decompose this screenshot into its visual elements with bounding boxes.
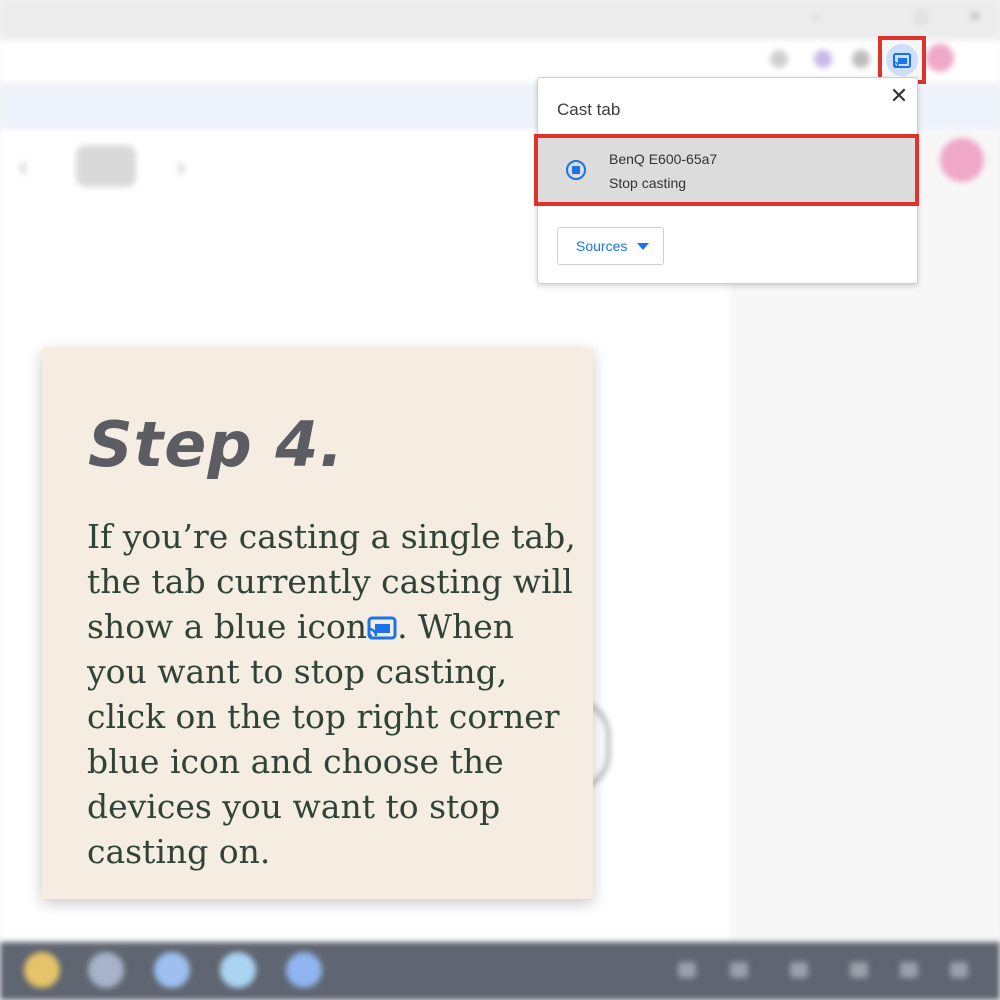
step-title: Step 4.: [88, 408, 344, 481]
window-close-icon: ✕: [969, 8, 981, 24]
url-text: [0, 51, 760, 71]
address-bar: [0, 40, 1000, 82]
close-icon[interactable]: ✕: [887, 84, 911, 108]
popup-title: Cast tab: [557, 100, 621, 119]
nav-pill: [76, 145, 136, 187]
sources-dropdown-button[interactable]: Sources: [557, 227, 664, 265]
taskbar-app-icon: [24, 952, 60, 988]
extension-icon: [814, 50, 832, 68]
tray-icon: [850, 962, 868, 978]
instruction-card: Step 4. If you’re casting a single tab, …: [42, 348, 593, 899]
taskbar-app-icon: [154, 952, 190, 988]
tray-icon: [678, 962, 696, 978]
back-arrow-icon: ‹: [18, 150, 28, 183]
taskbar-app-icon: [220, 952, 256, 988]
casting-stop-icon: [566, 160, 586, 180]
device-name: BenQ E600-65a7: [609, 151, 718, 167]
minimize-icon: –: [813, 8, 821, 24]
tray-icon: [950, 962, 968, 978]
browser-title-bar: [0, 0, 1000, 40]
cast-device-row[interactable]: BenQ E600-65a7 Stop casting: [534, 134, 919, 206]
step-description: If you’re casting a single tab, the tab …: [87, 514, 577, 874]
sources-label: Sources: [576, 238, 628, 254]
cast-icon: [886, 44, 918, 76]
tray-icon: [900, 962, 918, 978]
taskbar-app-icon: [286, 952, 322, 988]
extension-icon: [852, 50, 870, 68]
device-status: Stop casting: [609, 175, 687, 191]
taskbar-app-icon: [88, 952, 124, 988]
step-text-part2: . When you want to stop casting, click o…: [87, 607, 560, 871]
cast-icon: [367, 606, 397, 640]
forward-arrow-icon: ›: [176, 150, 186, 183]
extension-icon: [770, 50, 788, 68]
profile-avatar: [926, 44, 954, 72]
tray-icon: [790, 962, 808, 978]
caret-down-icon: [637, 242, 650, 250]
account-avatar: [940, 138, 984, 182]
maximize-icon: ▢: [914, 8, 928, 24]
tray-icon: [730, 962, 748, 978]
